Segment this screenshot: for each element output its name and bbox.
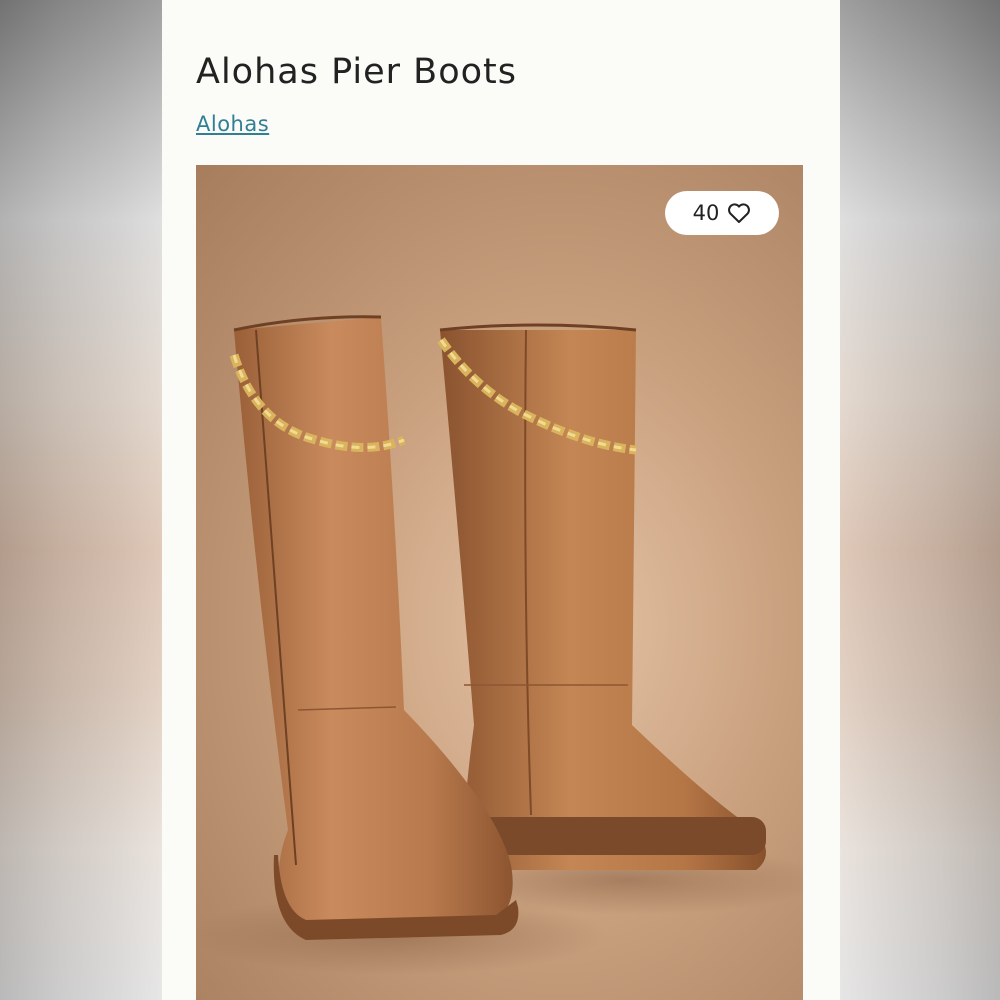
blurred-background-right [838, 0, 1000, 1000]
favorite-button[interactable]: 40 [665, 191, 779, 235]
blurred-background-left [0, 0, 162, 1000]
product-title: Alohas Pier Boots [196, 52, 517, 92]
right-boot [437, 323, 766, 870]
brand-link[interactable]: Alohas [196, 112, 269, 136]
heart-icon [728, 203, 751, 223]
product-card: Alohas Pier Boots Alohas 40 [162, 0, 840, 1000]
boots-illustration [196, 315, 803, 975]
product-image[interactable]: 40 [196, 165, 803, 1000]
favorite-count: 40 [692, 201, 720, 225]
